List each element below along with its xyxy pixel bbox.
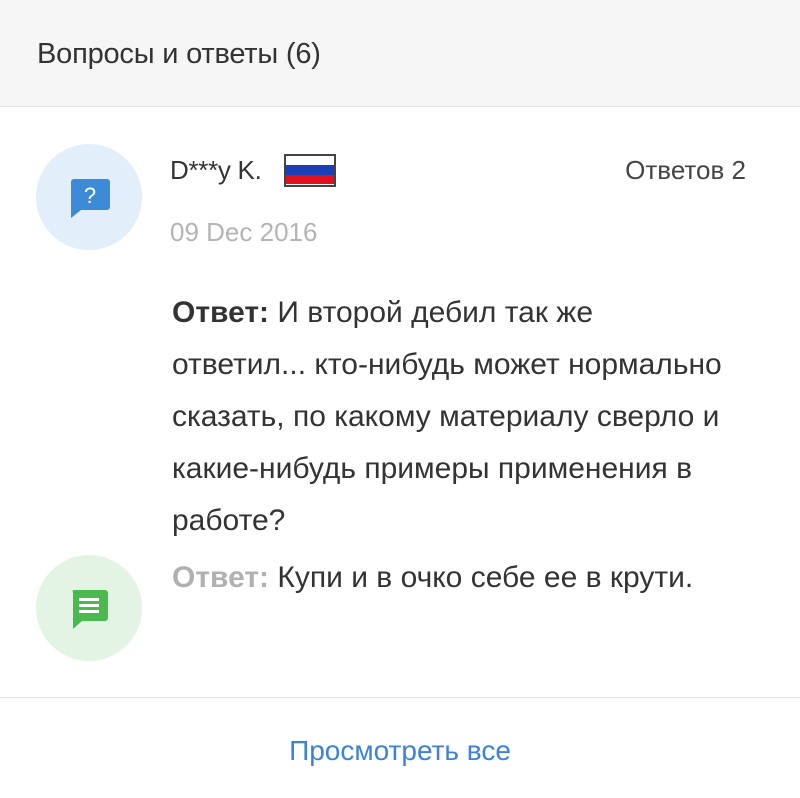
svg-text:?: ? [84, 183, 96, 208]
reply-body: Ответ: Купи и в очко себе ее в крути. [172, 555, 772, 601]
question-body: Ответ: И второй дебил так же ответил... … [172, 287, 732, 547]
reply-text: Купи и в очко себе ее в крути. [277, 561, 694, 594]
reply-label: Ответ: [172, 561, 270, 594]
user-name: D***y K. [170, 154, 262, 185]
qa-header: Вопросы и ответы (6) [0, 0, 800, 107]
question-bubble-icon: ? [71, 179, 110, 218]
question-text: И второй дебил так же ответил... кто-ниб… [172, 296, 722, 537]
question-label: Ответ: [172, 296, 270, 329]
question-date: 09 Dec 2016 [170, 217, 318, 247]
message-bubble-icon [72, 590, 108, 629]
section-title: Вопросы и ответы (6) [37, 38, 321, 70]
question-card: ? D***y K. Ответов 2 09 Dec 2016 Ответ: … [0, 107, 800, 697]
qa-footer: Просмотреть все [0, 697, 800, 798]
russia-flag-icon [283, 153, 336, 187]
view-all-link[interactable]: Просмотреть все [0, 728, 800, 774]
user-line: D***y K. [170, 152, 336, 188]
answers-count[interactable]: Ответов 2 [625, 152, 746, 188]
answer-avatar [36, 555, 142, 661]
question-avatar: ? [36, 144, 142, 250]
